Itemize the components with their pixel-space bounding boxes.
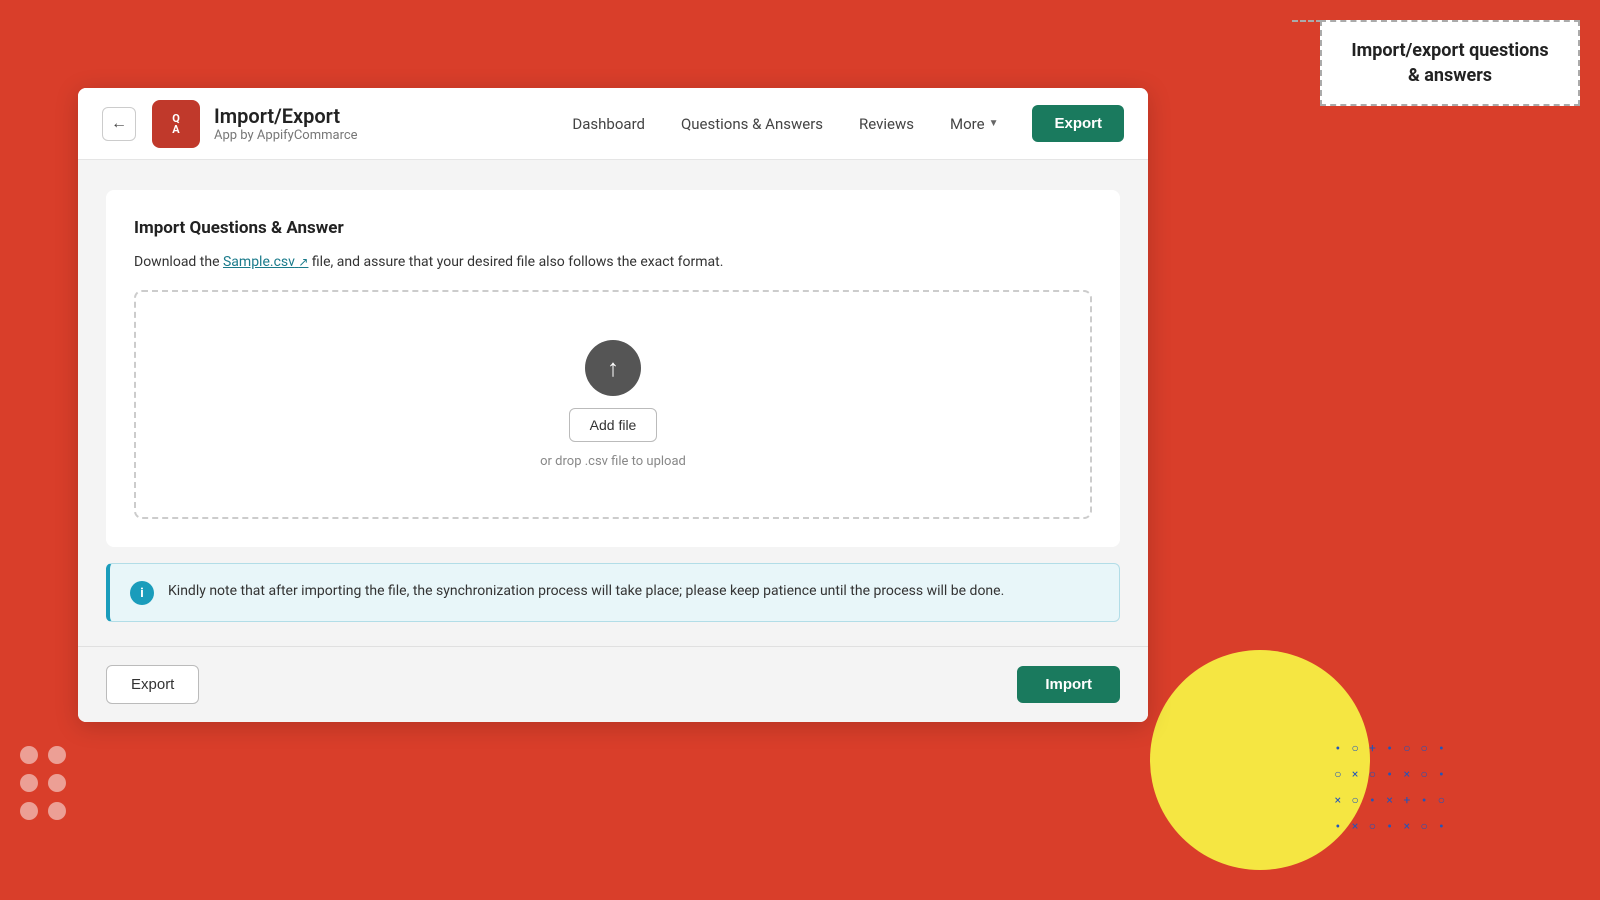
nav-item-reviews[interactable]: Reviews: [841, 107, 932, 141]
import-card: Import Questions & Answer Download the S…: [106, 190, 1120, 547]
logo-a: A: [172, 124, 179, 135]
add-file-button[interactable]: Add file: [569, 408, 658, 442]
upload-arrow-icon: ↑: [607, 356, 619, 380]
import-description: Download the Sample.csv ↗ file, and assu…: [134, 254, 1092, 270]
file-drop-zone[interactable]: ↑ Add file or drop .csv file to upload: [134, 290, 1092, 519]
sample-link-text: Sample.csv: [223, 254, 295, 270]
app-logo: Q A: [152, 100, 200, 148]
annotation-box: Import/export questions & answers: [1320, 20, 1580, 106]
nav-items: Dashboard Questions & Answers Reviews Mo…: [398, 107, 1017, 141]
header-export-button[interactable]: Export: [1032, 105, 1124, 142]
app-title: Import/Export: [214, 104, 358, 128]
logo-q: Q: [172, 113, 180, 124]
decorative-dots-left: [20, 746, 66, 820]
external-link-icon: ↗: [298, 255, 308, 269]
nav-more-label: More: [950, 115, 985, 133]
sample-csv-link[interactable]: Sample.csv ↗: [223, 254, 308, 270]
footer-export-button[interactable]: Export: [106, 665, 199, 704]
back-arrow-icon: ←: [111, 115, 127, 133]
back-button[interactable]: ←: [102, 107, 136, 141]
chevron-down-icon: ▼: [989, 118, 999, 129]
app-footer: Export Import: [78, 646, 1148, 722]
drop-hint-text: or drop .csv file to upload: [540, 454, 686, 469]
upload-icon: ↑: [585, 340, 641, 396]
import-title: Import Questions & Answer: [134, 218, 1092, 238]
app-subtitle: App by AppifyCommarce: [214, 128, 358, 143]
app-header: ← Q A Import/Export App by AppifyCommarc…: [78, 88, 1148, 160]
desc-prefix: Download the: [134, 254, 223, 270]
decorative-dot-grid: • ○ + • ○ ○ • ○ × ○ • × ○ • × ○ • × + • …: [1334, 741, 1445, 835]
info-icon: i: [130, 581, 154, 605]
app-window: ← Q A Import/Export App by AppifyCommarc…: [78, 88, 1148, 722]
app-title-group: Import/Export App by AppifyCommarce: [214, 104, 358, 143]
nav-item-dashboard[interactable]: Dashboard: [554, 107, 663, 141]
nav-item-more[interactable]: More ▼: [932, 107, 1016, 141]
desc-suffix: file, and assure that your desired file …: [308, 254, 723, 270]
footer-import-button[interactable]: Import: [1017, 666, 1120, 703]
info-banner: i Kindly note that after importing the f…: [106, 563, 1120, 622]
app-content: Import Questions & Answer Download the S…: [78, 160, 1148, 646]
annotation-title: Import/export questions & answers: [1351, 40, 1548, 86]
info-message: Kindly note that after importing the fil…: [168, 580, 1004, 602]
nav-item-questions-answers[interactable]: Questions & Answers: [663, 107, 841, 141]
